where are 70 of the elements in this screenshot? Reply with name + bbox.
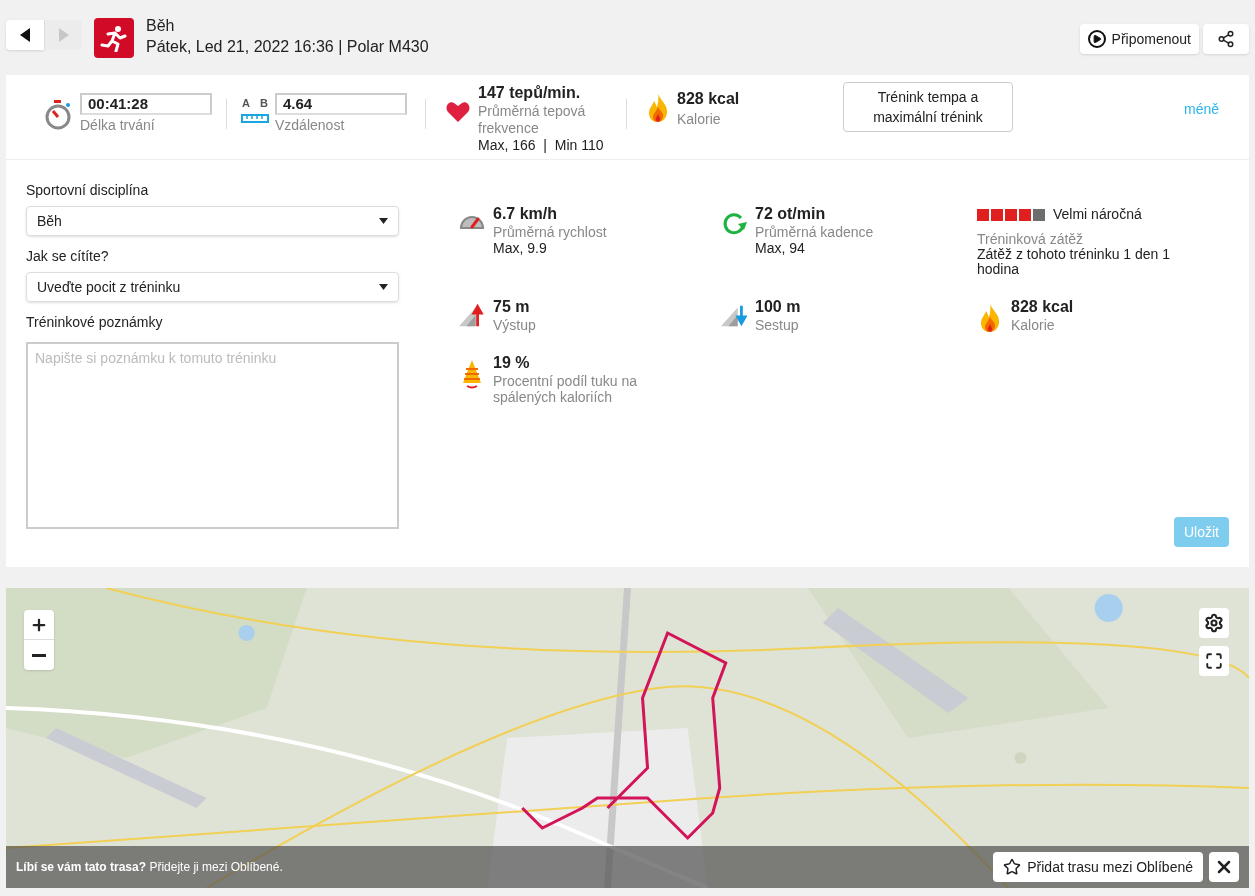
circular-arrow-icon	[721, 210, 747, 236]
ascent-icon	[459, 303, 485, 327]
metric-detail: Max, 94	[755, 240, 806, 256]
fullscreen-icon	[1205, 652, 1223, 670]
share-button[interactable]	[1203, 24, 1249, 54]
close-button[interactable]	[1209, 852, 1239, 882]
distance-field: 4.64	[275, 93, 407, 115]
map-settings-button[interactable]	[1199, 608, 1229, 638]
dropdown-caret-icon	[379, 284, 388, 290]
sport-select[interactable]: Běh	[26, 206, 399, 236]
metric-label: Průměrná kadence	[755, 224, 874, 240]
minus-icon	[32, 653, 46, 657]
previous-button[interactable]	[6, 20, 44, 50]
metric-label: Procentní podíl tuku na spálených kaloriích	[493, 373, 638, 405]
load-square	[1005, 208, 1017, 221]
metric-label: Kalorie	[1011, 317, 1056, 333]
metric-value: 828 kcal	[1011, 297, 1074, 317]
load-square	[991, 208, 1003, 221]
fat-flame-icon	[461, 359, 483, 389]
settings-icon	[1204, 613, 1224, 633]
duration-label: Délka trvání	[80, 116, 156, 135]
calories-label: Kalorie	[677, 110, 722, 129]
point-b-label: B	[260, 96, 268, 111]
load-square	[977, 208, 989, 221]
calories-value: 828 kcal	[677, 89, 740, 109]
flame-icon	[647, 93, 669, 123]
right-triangle-icon	[58, 28, 69, 42]
notes-field[interactable]: Napište si poznámku k tomuto tréninku	[26, 342, 399, 529]
workout-subtitle: Pátek, Led 21, 2022 16:36 | Polar M430	[146, 37, 429, 57]
metric-label: Průměrná rychlost	[493, 224, 607, 240]
metric-value: 100 m	[755, 297, 801, 317]
load-square	[1033, 208, 1045, 221]
metric-label: Tréninková zátěž	[977, 231, 1085, 247]
dropdown-caret-icon	[379, 218, 388, 224]
heart-rate-label: Průměrná tepová frekvence	[478, 103, 587, 137]
metric-value: 19 %	[493, 353, 531, 373]
point-a-label: A	[242, 96, 250, 111]
load-square	[1019, 208, 1031, 221]
metric-label: Sestup	[755, 317, 800, 333]
descent-icon	[721, 303, 747, 327]
star-icon	[1003, 858, 1022, 876]
metric-value: 6.7 km/h	[493, 204, 559, 224]
stopwatch-icon	[44, 99, 72, 131]
training-benefit-button[interactable]: Trénink tempa a maximální trénink	[843, 82, 1013, 132]
fullscreen-button[interactable]	[1199, 646, 1229, 676]
favorite-prompt: Líbí se vám tato trasa? Přidejte ji mezi Oblíbené.	[16, 859, 283, 876]
share-icon	[1217, 30, 1235, 48]
runner-icon	[100, 24, 128, 52]
metric-value: 72 ot/min	[755, 204, 827, 224]
metric-detail: Zátěž z tohoto tréninku 1 den 1 hodina	[977, 247, 1171, 277]
ruler-icon	[241, 113, 269, 123]
heart-rate-detail: Max, 166 | Min 110	[478, 137, 605, 154]
metric-value: Velmi náročná	[1053, 205, 1142, 224]
add-favorite-button[interactable]: Přidat trasu mezi Oblíbené	[993, 852, 1203, 882]
sport-label: Sportovní disciplína	[26, 181, 150, 200]
metric-label: Výstup	[493, 317, 536, 333]
left-triangle-icon	[20, 28, 30, 42]
feeling-select[interactable]: Uveďte pocit z tréninku	[26, 272, 399, 302]
notes-label: Tréninkové poznámky	[26, 313, 164, 332]
metric-detail: Max, 9.9	[493, 240, 548, 256]
duration-field: 00:41:28	[80, 93, 212, 115]
metric-value: 75 m	[493, 297, 531, 317]
heart-icon	[446, 101, 470, 123]
heart-rate-value: 147 tepů/min.	[478, 83, 582, 103]
feeling-label: Jak se cítíte?	[26, 247, 110, 266]
replay-button[interactable]: Připomenout	[1079, 24, 1199, 54]
play-icon	[1087, 30, 1106, 48]
sport-title: Běh	[146, 16, 176, 36]
flame-icon	[979, 303, 1001, 333]
distance-label: Vzdálenost	[275, 116, 346, 135]
